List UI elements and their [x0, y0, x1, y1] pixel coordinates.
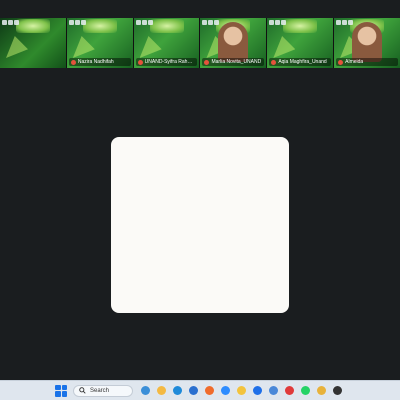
tile-status-icons — [2, 20, 19, 25]
status-icon — [147, 20, 153, 25]
status-icon — [141, 20, 147, 25]
participant-nameplate: Aqia Maghfira_Unand — [269, 58, 332, 66]
mic-muted-icon — [137, 59, 143, 65]
event-banner — [82, 19, 117, 33]
tile-status-icons — [336, 20, 354, 25]
status-icon — [68, 20, 74, 25]
status-icon — [281, 20, 287, 25]
files-icon-glyph — [236, 386, 246, 395]
participant-tile[interactable] — [0, 18, 66, 68]
participant-video — [352, 22, 383, 62]
media-icon-glyph — [332, 386, 342, 395]
participant-nameplate: Marlia Novita_UNAND — [202, 58, 265, 66]
folder-icon[interactable] — [155, 385, 167, 397]
tile-status-icons — [269, 20, 287, 25]
dropbox-icon[interactable] — [251, 385, 263, 397]
mic-muted-icon — [204, 59, 210, 65]
background-leaf — [72, 36, 95, 58]
status-icon — [214, 20, 220, 25]
windows-start-icon[interactable] — [55, 384, 67, 397]
dropbox-icon-glyph — [252, 386, 262, 395]
firefox-icon[interactable] — [203, 385, 215, 397]
shared-whiteboard[interactable] — [111, 137, 289, 313]
status-icon — [135, 20, 141, 25]
status-icon — [275, 20, 281, 25]
tile-status-icons — [135, 20, 153, 25]
background-leaf — [139, 36, 162, 58]
tile-status-icons — [202, 20, 220, 25]
status-icon — [80, 20, 86, 25]
participant-name: Nazira Nadhifah — [77, 59, 114, 65]
participant-nameplate: UNAND-Syifra Rahmatunisa — [135, 58, 198, 66]
search-icon — [79, 387, 86, 394]
status-icon — [269, 20, 275, 25]
participant-tile[interactable]: Almeida — [334, 18, 400, 68]
taskbar: Search — [0, 380, 400, 400]
app-icon-glyph — [284, 386, 294, 395]
participant-tile[interactable]: UNAND-Syifra Rahmatunisa — [133, 18, 200, 68]
background-leaf — [273, 36, 296, 58]
edge-icon-glyph — [172, 386, 182, 395]
firefox-icon-glyph — [204, 386, 214, 395]
zoom-icon-glyph — [220, 386, 230, 395]
folder-icon-glyph — [156, 386, 166, 395]
participant-video — [218, 22, 249, 62]
store-icon[interactable] — [187, 385, 199, 397]
edge-icon[interactable] — [171, 385, 183, 397]
participant-tile[interactable]: Marlia Novita_UNAND — [200, 18, 267, 68]
mic-muted-icon — [70, 59, 76, 65]
status-icon — [8, 20, 13, 25]
zoom-icon[interactable] — [219, 385, 231, 397]
mail-icon[interactable] — [267, 385, 279, 397]
participant-tile[interactable]: Nazira Nadhifah — [66, 18, 133, 68]
app-icon[interactable] — [283, 385, 295, 397]
widget-icon[interactable] — [139, 385, 151, 397]
whatsapp-icon[interactable] — [299, 385, 311, 397]
participant-strip: Nazira Nadhifah UNAND-Syifra Rahmatunisa M… — [0, 18, 400, 68]
event-banner — [283, 19, 318, 33]
event-banner — [15, 19, 50, 33]
status-icon — [14, 20, 19, 25]
mic-muted-icon — [271, 59, 277, 65]
status-icon — [2, 20, 7, 25]
status-icon — [336, 20, 342, 25]
files-icon[interactable] — [235, 385, 247, 397]
background-leaf — [6, 36, 28, 58]
media-icon[interactable] — [331, 385, 343, 397]
mail-icon-glyph — [268, 386, 278, 395]
event-banner — [149, 19, 184, 33]
chrome-icon-glyph — [316, 386, 326, 395]
status-icon — [208, 20, 214, 25]
participant-nameplate: Almeida — [336, 58, 398, 66]
participant-name: Almeida — [345, 59, 364, 65]
widget-icon-glyph — [140, 386, 150, 395]
taskbar-search[interactable]: Search — [73, 384, 133, 397]
taskbar-apps — [139, 385, 343, 397]
mic-muted-icon — [338, 59, 344, 65]
status-icon — [348, 20, 354, 25]
store-icon-glyph — [188, 386, 198, 395]
status-icon — [202, 20, 208, 25]
chrome-icon[interactable] — [315, 385, 327, 397]
whatsapp-icon-glyph — [300, 386, 310, 395]
participant-name: UNAND-Syifra Rahmatunisa — [144, 59, 196, 65]
status-icon — [342, 20, 348, 25]
participant-name: Marlia Novita_UNAND — [211, 59, 262, 65]
search-label: Search — [90, 387, 110, 394]
participant-name: Aqia Maghfira_Unand — [278, 59, 327, 65]
status-icon — [74, 20, 80, 25]
participant-nameplate: Nazira Nadhifah — [68, 58, 131, 66]
participant-tile[interactable]: Aqia Maghfira_Unand — [267, 18, 334, 68]
tile-status-icons — [68, 20, 86, 25]
